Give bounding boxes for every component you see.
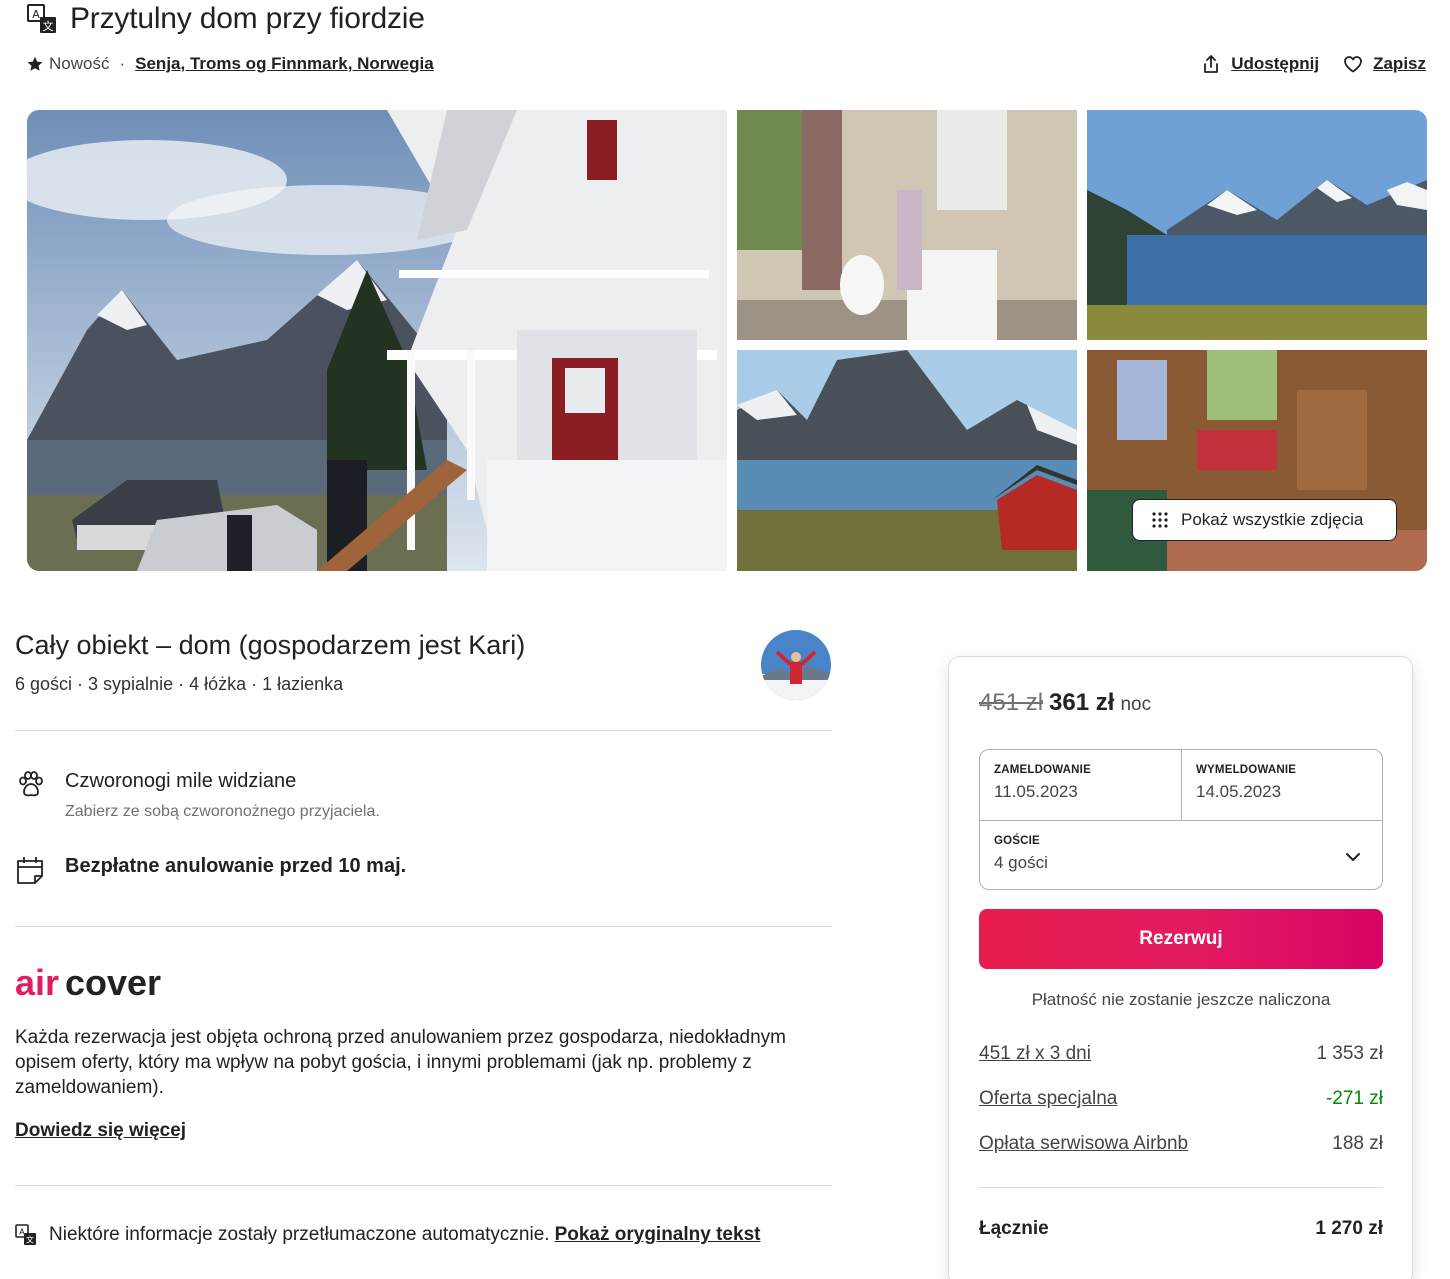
grid-dots-icon: [1152, 512, 1168, 528]
new-badge: Nowość: [49, 54, 110, 73]
header-actions: Udostępnij Zapisz: [1201, 54, 1426, 74]
share-icon: [1204, 55, 1219, 73]
price-line-amount: -271 zł: [1325, 1088, 1383, 1109]
checkout-label: WYMELDOWANIE: [1196, 764, 1297, 776]
svg-text:A: A: [32, 8, 40, 21]
calendar-icon: [17, 857, 43, 884]
price-line-special-offer: Oferta specjalna -271 zł: [979, 1088, 1383, 1110]
photo-main-house[interactable]: [27, 110, 727, 571]
price-line-label[interactable]: Opłata serwisowa Airbnb: [979, 1133, 1188, 1155]
total-label: Łącznie: [979, 1218, 1049, 1239]
listing-capacity: 6 gości · 3 sypialnie · 4 łóżka · 1 łazi…: [15, 674, 344, 694]
guests-select[interactable]: GOŚCIE 4 gości: [980, 821, 1382, 889]
aircover-description: Każda rezerwacja jest objęta ochroną prz…: [15, 1027, 787, 1098]
guests-value: 4 gości: [994, 853, 1048, 872]
checkout-field[interactable]: WYMELDOWANIE 14.05.2023: [1182, 750, 1382, 820]
svg-text:文: 文: [43, 19, 54, 33]
show-original-link[interactable]: Pokaż oryginalny tekst: [555, 1224, 761, 1246]
divider: [15, 1185, 832, 1186]
show-all-photos-button[interactable]: Pokaż wszystkie zdjęcia: [1132, 499, 1397, 541]
price-row: 451 zł 361 zł noc: [979, 689, 1151, 717]
photo-bathroom[interactable]: [737, 110, 1077, 340]
guests-label: GOŚCIE: [994, 835, 1040, 847]
save-button[interactable]: Zapisz: [1343, 54, 1426, 74]
price-unit: noc: [1120, 694, 1152, 715]
feature-pets-subtitle: Zabierz ze sobą czworonożnego przyjaciel…: [65, 803, 380, 820]
price-line-amount: 1 353 zł: [1316, 1043, 1383, 1064]
divider: [979, 1187, 1383, 1188]
feature-pets-title: Czworonogi mile widziane: [65, 770, 297, 792]
show-all-photos-label: Pokaż wszystkie zdjęcia: [1181, 510, 1364, 529]
svg-text:文: 文: [26, 1235, 34, 1245]
host-avatar[interactable]: [761, 630, 831, 700]
checkin-field[interactable]: ZAMELDOWANIE 11.05.2023: [980, 750, 1181, 820]
reserve-button[interactable]: Rezerwuj: [979, 909, 1383, 969]
checkin-value: 11.05.2023: [994, 782, 1078, 801]
photo-mountain-lake[interactable]: [737, 350, 1077, 571]
feature-pets: Czworonogi mile widziane Zabierz ze sobą…: [15, 770, 380, 821]
share-button[interactable]: Udostępnij: [1201, 54, 1319, 74]
page-title: Przytulny dom przy fiordzie: [70, 2, 425, 35]
price-line-label[interactable]: 451 zł x 3 dni: [979, 1043, 1091, 1065]
price-line-label[interactable]: Oferta specjalna: [979, 1088, 1117, 1110]
feature-cancellation-title: Bezpłatne anulowanie przed 10 maj.: [65, 855, 407, 877]
date-guest-picker: ZAMELDOWANIE 11.05.2023 WYMELDOWANIE 14.…: [979, 749, 1383, 890]
divider: [15, 730, 832, 731]
listing-subtitle-row: Nowość · Senja, Troms og Finnmark, Norwe…: [27, 54, 434, 74]
share-label: Udostępnij: [1231, 54, 1320, 73]
title-row: A 文 Przytulny dom przy fiordzie: [26, 2, 425, 36]
aircover-logo: air cover: [15, 962, 169, 1006]
star-icon: [27, 56, 43, 71]
price-line-nights: 451 zł x 3 dni 1 353 zł: [979, 1043, 1383, 1065]
total-value: 1 270 zł: [1315, 1218, 1383, 1239]
translation-note: A 文 Niektóre informacje zostały przetłum…: [15, 1224, 760, 1246]
svg-text:cover: cover: [65, 965, 161, 1001]
photo-fjord-view[interactable]: [1087, 110, 1427, 340]
booking-card: 451 zł 361 zł noc ZAMELDOWANIE 11.05.202…: [948, 656, 1413, 1279]
svg-text:air: air: [15, 965, 59, 1001]
no-charge-note: Płatność nie zostanie jeszcze naliczona: [1031, 990, 1331, 1009]
divider: [15, 926, 832, 927]
learn-more-link[interactable]: Dowiedz się więcej: [15, 1120, 186, 1142]
photo-gallery: Pokaż wszystkie zdjęcia: [27, 110, 1427, 571]
chevron-down-icon[interactable]: [1342, 846, 1364, 868]
separator-dot: ·: [119, 54, 126, 73]
price-line-service-fee: Opłata serwisowa Airbnb 188 zł: [979, 1133, 1383, 1155]
old-price: 451 zł: [979, 689, 1044, 716]
listing-host-title: Cały obiekt – dom (gospodarzem jest Kari…: [15, 630, 526, 660]
new-price: 361 zł: [1049, 689, 1115, 716]
price-line-amount: 188 zł: [1332, 1133, 1383, 1154]
feature-cancellation: Bezpłatne anulowanie przed 10 maj.: [15, 855, 406, 885]
checkout-value: 14.05.2023: [1196, 782, 1282, 801]
paw-icon: [19, 771, 43, 797]
checkin-label: ZAMELDOWANIE: [994, 764, 1091, 776]
translation-note-text: Niektóre informacje zostały przetłumaczo…: [49, 1224, 550, 1245]
heart-icon: [1344, 56, 1362, 73]
translate-icon: A 文: [27, 4, 56, 33]
location-link[interactable]: Senja, Troms og Finnmark, Norwegia: [135, 54, 434, 74]
total-row: Łącznie 1 270 zł: [979, 1218, 1383, 1240]
save-label: Zapisz: [1373, 54, 1426, 73]
translate-icon: A 文: [15, 1224, 36, 1245]
